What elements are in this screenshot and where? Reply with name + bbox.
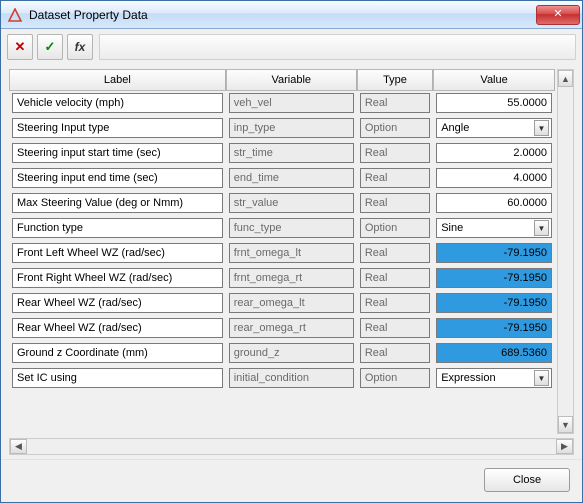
value-cell[interactable]: 4.0000 bbox=[436, 168, 552, 188]
body-area: Label Variable Type Value Vehicle veloci… bbox=[1, 63, 582, 459]
table-row: Rear Wheel WZ (rad/sec) rear_omega_rt Real… bbox=[9, 316, 555, 341]
close-button-label: Close bbox=[513, 474, 541, 486]
table-row: Steering Input type inp_type Option Angle▼ bbox=[9, 116, 555, 141]
table-row: Max Steering Value (deg or Nmm) str_value… bbox=[9, 191, 555, 216]
close-button[interactable]: Close bbox=[484, 468, 570, 492]
label-cell[interactable]: Set IC using bbox=[12, 368, 223, 388]
value-cell[interactable]: 2.0000 bbox=[436, 143, 552, 163]
value-select-text: Expression bbox=[441, 372, 534, 384]
window-title: Dataset Property Data bbox=[29, 8, 536, 22]
col-header-variable[interactable]: Variable bbox=[226, 69, 357, 91]
app-icon bbox=[7, 7, 23, 23]
table-row: Front Left Wheel WZ (rad/sec) frnt_omega_… bbox=[9, 241, 555, 266]
variable-cell: str_time bbox=[229, 143, 354, 163]
accept-icon: ✓ bbox=[45, 39, 56, 55]
value-cell[interactable]: 60.0000 bbox=[436, 193, 552, 213]
col-header-value[interactable]: Value bbox=[433, 69, 555, 91]
scroll-left-icon[interactable]: ◀ bbox=[10, 439, 27, 454]
value-select[interactable]: Sine▼ bbox=[436, 218, 552, 238]
label-cell[interactable]: Function type bbox=[12, 218, 223, 238]
value-cell[interactable]: 55.0000 bbox=[436, 93, 552, 113]
label-cell[interactable]: Front Right Wheel WZ (rad/sec) bbox=[12, 268, 223, 288]
accept-button[interactable]: ✓ bbox=[37, 34, 63, 60]
variable-cell: rear_omega_rt bbox=[229, 318, 354, 338]
table-row: Rear Wheel WZ (rad/sec) rear_omega_lt Real… bbox=[9, 291, 555, 316]
toolbar-spacer bbox=[99, 34, 576, 60]
table-row: Vehicle velocity (mph) veh_vel Real 55.0000 bbox=[9, 91, 555, 116]
value-select[interactable]: Angle▼ bbox=[436, 118, 552, 138]
type-cell: Real bbox=[360, 168, 430, 188]
type-cell: Real bbox=[360, 143, 430, 163]
chevron-down-icon[interactable]: ▼ bbox=[534, 370, 549, 386]
window-close-button[interactable]: ✕ bbox=[536, 5, 580, 25]
variable-cell: inp_type bbox=[229, 118, 354, 138]
scroll-up-icon[interactable]: ▲ bbox=[558, 70, 573, 87]
scroll-right-icon[interactable]: ▶ bbox=[556, 439, 573, 454]
variable-cell: rear_omega_lt bbox=[229, 293, 354, 313]
label-cell[interactable]: Front Left Wheel WZ (rad/sec) bbox=[12, 243, 223, 263]
grid-header-row: Label Variable Type Value bbox=[9, 69, 555, 91]
table-row: Ground z Coordinate (mm) ground_z Real 689.… bbox=[9, 341, 555, 366]
table-row: Front Right Wheel WZ (rad/sec) frnt_omega… bbox=[9, 266, 555, 291]
variable-cell: func_type bbox=[229, 218, 354, 238]
toolbar: ✕ ✓ fx bbox=[1, 29, 582, 63]
value-select[interactable]: Expression▼ bbox=[436, 368, 552, 388]
value-cell[interactable]: -79.1950 bbox=[436, 243, 552, 263]
value-cell[interactable]: -79.1950 bbox=[436, 268, 552, 288]
dialog-window: Dataset Property Data ✕ ✕ ✓ fx bbox=[0, 0, 583, 503]
table-row: Steering input start time (sec) str_time R… bbox=[9, 141, 555, 166]
value-cell[interactable]: -79.1950 bbox=[436, 293, 552, 313]
label-cell[interactable]: Max Steering Value (deg or Nmm) bbox=[12, 193, 223, 213]
variable-cell: end_time bbox=[229, 168, 354, 188]
variable-cell: veh_vel bbox=[229, 93, 354, 113]
label-cell[interactable]: Steering Input type bbox=[12, 118, 223, 138]
col-header-type[interactable]: Type bbox=[357, 69, 433, 91]
label-cell[interactable]: Steering input start time (sec) bbox=[12, 143, 223, 163]
value-select-text: Sine bbox=[441, 222, 534, 234]
label-cell[interactable]: Rear Wheel WZ (rad/sec) bbox=[12, 293, 223, 313]
type-cell: Real bbox=[360, 318, 430, 338]
variable-cell: frnt_omega_lt bbox=[229, 243, 354, 263]
grid-scroll: Label Variable Type Value Vehicle veloci… bbox=[9, 69, 555, 434]
property-grid: Label Variable Type Value Vehicle veloci… bbox=[9, 69, 555, 391]
type-cell: Option bbox=[360, 218, 430, 238]
cancel-icon: ✕ bbox=[15, 39, 26, 55]
cancel-button[interactable]: ✕ bbox=[7, 34, 33, 60]
variable-cell: ground_z bbox=[229, 343, 354, 363]
chevron-down-icon[interactable]: ▼ bbox=[534, 120, 549, 136]
chevron-down-icon[interactable]: ▼ bbox=[534, 220, 549, 236]
type-cell: Real bbox=[360, 243, 430, 263]
label-cell[interactable]: Ground z Coordinate (mm) bbox=[12, 343, 223, 363]
table-row: Set IC using initial_condition Option Expre… bbox=[9, 366, 555, 391]
variable-cell: frnt_omega_rt bbox=[229, 268, 354, 288]
fx-button[interactable]: fx bbox=[67, 34, 93, 60]
type-cell: Real bbox=[360, 343, 430, 363]
value-cell[interactable]: 689.5360 bbox=[436, 343, 552, 363]
type-cell: Real bbox=[360, 268, 430, 288]
col-header-label[interactable]: Label bbox=[9, 69, 226, 91]
label-cell[interactable]: Steering input end time (sec) bbox=[12, 168, 223, 188]
fx-icon: fx bbox=[75, 40, 86, 54]
scroll-down-icon[interactable]: ▼ bbox=[558, 416, 573, 433]
table-row: Steering input end time (sec) end_time Rea… bbox=[9, 166, 555, 191]
table-row: Function type func_type Option Sine▼ bbox=[9, 216, 555, 241]
type-cell: Real bbox=[360, 193, 430, 213]
value-select-text: Angle bbox=[441, 122, 534, 134]
value-cell[interactable]: -79.1950 bbox=[436, 318, 552, 338]
dialog-footer: Close bbox=[1, 459, 582, 502]
label-cell[interactable]: Vehicle velocity (mph) bbox=[12, 93, 223, 113]
type-cell: Real bbox=[360, 93, 430, 113]
grid-wrap: Label Variable Type Value Vehicle veloci… bbox=[9, 69, 574, 434]
type-cell: Real bbox=[360, 293, 430, 313]
type-cell: Option bbox=[360, 368, 430, 388]
vertical-scrollbar[interactable]: ▲ ▼ bbox=[557, 69, 574, 434]
type-cell: Option bbox=[360, 118, 430, 138]
title-bar: Dataset Property Data ✕ bbox=[1, 1, 582, 29]
close-icon: ✕ bbox=[553, 8, 562, 20]
label-cell[interactable]: Rear Wheel WZ (rad/sec) bbox=[12, 318, 223, 338]
variable-cell: initial_condition bbox=[229, 368, 354, 388]
variable-cell: str_value bbox=[229, 193, 354, 213]
horizontal-scrollbar[interactable]: ◀ ▶ bbox=[9, 438, 574, 455]
